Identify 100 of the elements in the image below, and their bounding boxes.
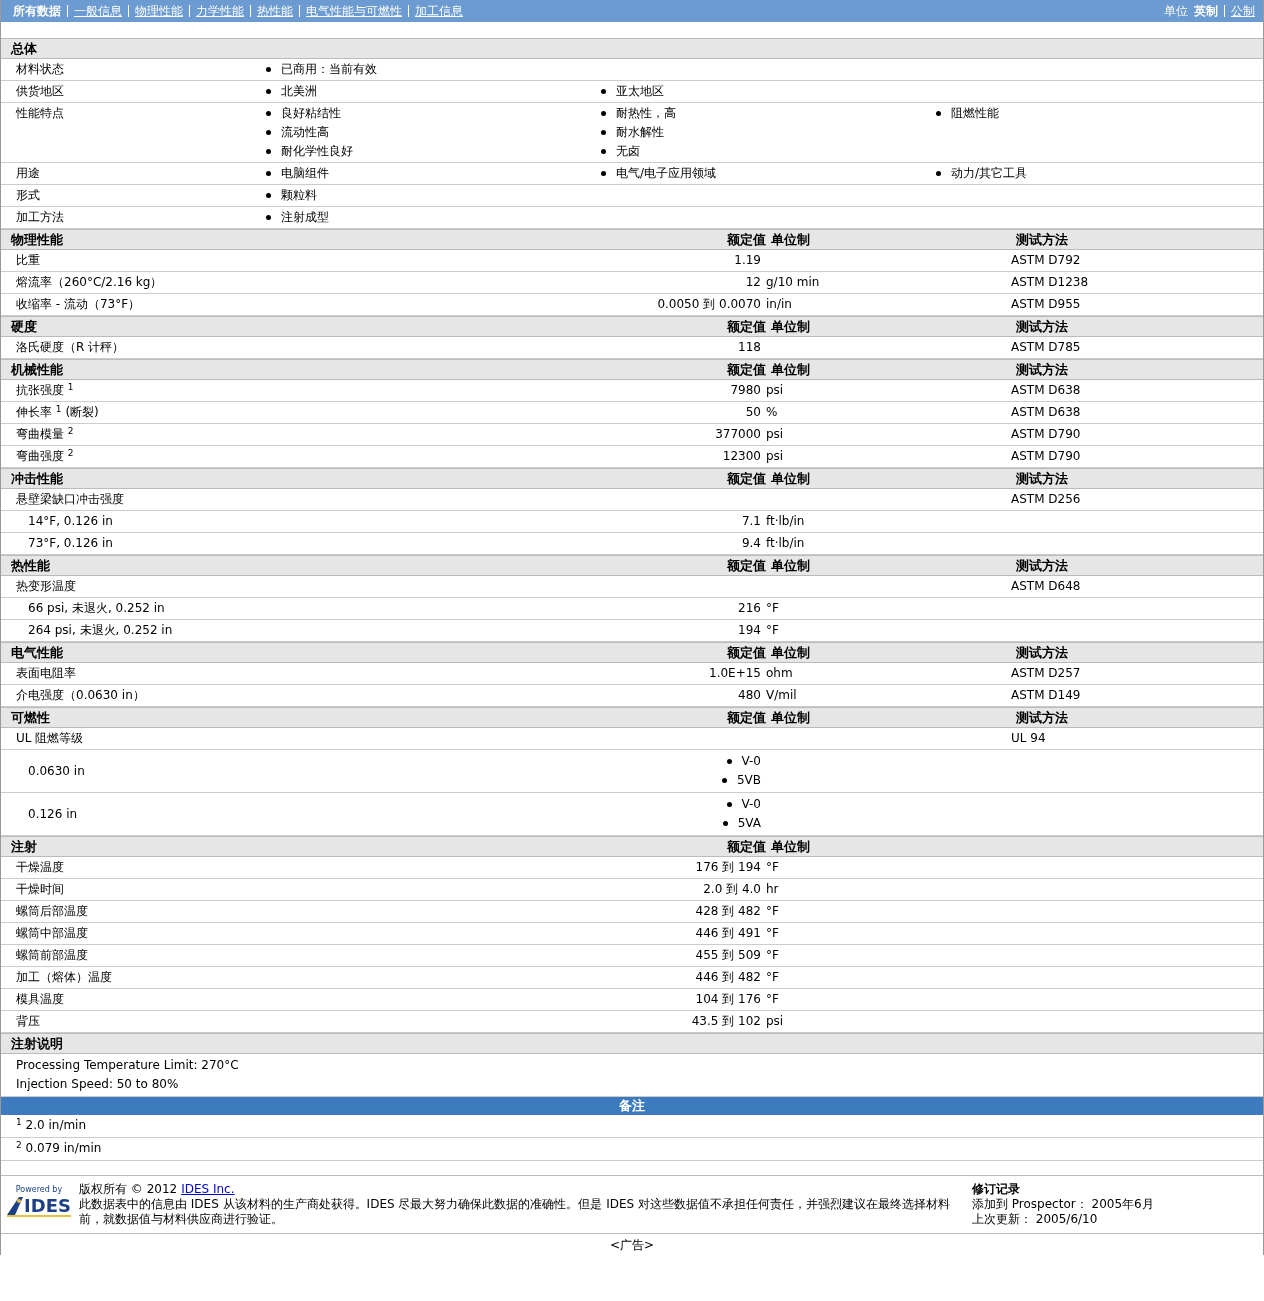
column-header: 测试方法 — [1016, 558, 1069, 573]
property-value: 颗粒料 — [281, 188, 317, 203]
section-title: 可燃性 — [11, 710, 51, 725]
property-label: 熔流率（260°C/2.16 kg） — [16, 275, 164, 290]
rating-value: V-0 — [741, 797, 761, 812]
property-label: 干燥温度 — [16, 860, 65, 875]
column-header: 额定值 — [726, 471, 766, 486]
test-method: UL 94 — [1011, 731, 1047, 746]
property-label: 供货地区 — [16, 84, 65, 99]
section-title: 总体 — [11, 41, 38, 56]
property-label: 弯曲强度 $^{2}$ — [16, 449, 75, 464]
unit-text: psi — [765, 449, 785, 464]
test-method: ASTM D790 — [1011, 427, 1082, 442]
bullet-icon — [721, 778, 727, 783]
nav-link[interactable]: 热性能 — [257, 3, 293, 19]
property-value: 7.1 — [740, 514, 761, 529]
test-method: ASTM D256 — [1011, 492, 1082, 507]
section-title: 物理性能 — [11, 232, 64, 247]
test-method: ASTM D638 — [1011, 405, 1082, 420]
column-header: 单位制 — [770, 471, 811, 486]
unit-text: ohm — [765, 666, 794, 681]
property-value: 50 — [744, 405, 761, 420]
nav-link[interactable]: 所有数据 — [13, 3, 61, 19]
property-label: 伸长率 $^{1}$ (断裂) — [16, 405, 100, 420]
property-label: 螺筒中部温度 — [16, 926, 89, 941]
bullet-icon — [601, 130, 606, 135]
property-label: 14°F, 0.126 in — [28, 514, 114, 529]
unit-text: °F — [765, 970, 780, 985]
property-value: 2.0 到 4.0 — [702, 882, 761, 897]
property-label: 热变形温度 — [16, 579, 77, 594]
column-header: 单位制 — [770, 362, 811, 377]
ad-text: <广告> — [609, 1238, 655, 1253]
column-header: 额定值 — [726, 839, 766, 854]
property-value: 12 — [744, 275, 761, 290]
property-label: 加工方法 — [16, 210, 65, 225]
nav-link[interactable]: 电气性能与可燃性 — [306, 3, 402, 19]
property-value: 良好粘结性 — [281, 106, 341, 121]
bullet-icon — [266, 215, 271, 220]
unit-text: °F — [765, 601, 780, 616]
property-value: 43.5 到 102 — [690, 1014, 761, 1029]
property-label: 66 psi, 未退火, 0.252 in — [28, 601, 166, 616]
property-value: 194 — [737, 623, 761, 638]
column-header: 额定值 — [726, 362, 766, 377]
rating-value: 5VA — [737, 816, 761, 831]
unit-text: °F — [765, 623, 780, 638]
property-label: 弯曲模量 $^{2}$ — [16, 427, 75, 442]
bullet-icon — [936, 111, 941, 116]
property-value: 428 到 482 — [694, 904, 761, 919]
section-title: 硬度 — [11, 319, 38, 334]
nav-link[interactable]: 力学性能 — [196, 3, 244, 19]
company-link[interactable]: IDES Inc. — [181, 1182, 235, 1197]
footnote-text: $^{2}$ 0.079 in/min — [16, 1141, 102, 1155]
footnote-text: $^{1}$ 2.0 in/min — [16, 1118, 87, 1132]
test-method: ASTM D648 — [1011, 579, 1082, 594]
column-header: 单位制 — [770, 558, 811, 573]
rating-value: V-0 — [741, 754, 761, 769]
nav-link[interactable]: 一般信息 — [74, 3, 122, 19]
unit-option-link[interactable]: 公制 — [1231, 3, 1255, 19]
test-method: ASTM D638 — [1011, 383, 1082, 398]
test-method: ASTM D955 — [1011, 297, 1082, 312]
property-value: 亚太地区 — [616, 84, 664, 99]
bullet-icon — [266, 193, 271, 198]
test-method: ASTM D792 — [1011, 253, 1082, 268]
nav-link[interactable]: 物理性能 — [135, 3, 183, 19]
test-method: ASTM D149 — [1011, 688, 1082, 703]
unit-text: g/10 min — [765, 275, 821, 290]
bullet-icon — [266, 111, 271, 116]
property-value: 12300 — [721, 449, 761, 464]
property-value: 480 — [737, 688, 761, 703]
note-text: Processing Temperature Limit: 270°C — [16, 1058, 240, 1073]
column-header: 单位制 — [770, 232, 811, 247]
property-value: 176 到 194 — [694, 860, 761, 875]
unit-option-link[interactable]: 英制 — [1194, 3, 1218, 19]
property-value: 0.0050 到 0.0070 — [656, 297, 761, 312]
bullet-icon — [601, 89, 606, 94]
column-header: 额定值 — [726, 319, 766, 334]
revision-title: 修订记录 — [972, 1182, 1021, 1197]
property-label: 0.126 in — [28, 806, 79, 822]
bullet-icon — [266, 89, 271, 94]
property-value: 耐化学性良好 — [281, 144, 353, 159]
column-header: 单位制 — [770, 319, 811, 334]
bullet-icon — [266, 149, 271, 154]
nav-link[interactable]: 加工信息 — [415, 3, 463, 19]
property-value: 耐水解性 — [616, 125, 664, 140]
property-value: 118 — [737, 340, 761, 355]
column-header: 单位制 — [770, 645, 811, 660]
copyright-text: 版权所有 © 2012 — [79, 1182, 178, 1197]
test-method: ASTM D257 — [1011, 666, 1082, 681]
test-method: ASTM D1238 — [1011, 275, 1090, 290]
property-value: 电气/电子应用领域 — [616, 166, 717, 181]
powered-by-text: Powered by — [15, 1184, 63, 1196]
column-header: 额定值 — [726, 710, 766, 725]
property-value: 9.4 — [740, 536, 761, 551]
unit-text: psi — [765, 383, 785, 398]
property-label: 材料状态 — [16, 62, 65, 77]
property-label: 螺筒后部温度 — [16, 904, 89, 919]
bullet-icon — [266, 67, 271, 72]
revision-text: 添加到 Prospector： 2005年6月 — [972, 1197, 1154, 1212]
property-label: 形式 — [16, 188, 41, 203]
bullet-icon — [266, 171, 271, 176]
